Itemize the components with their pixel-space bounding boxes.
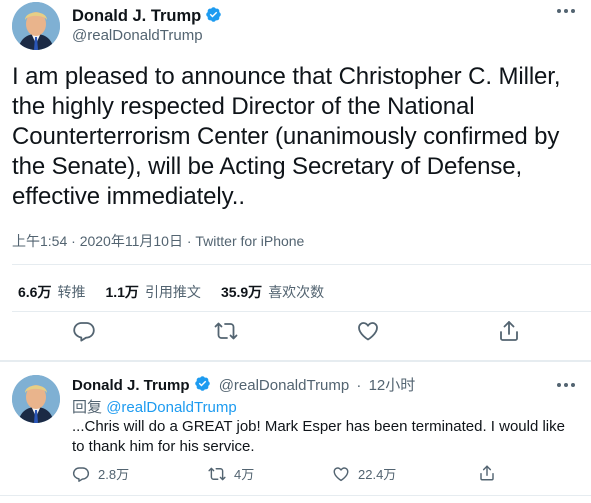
share-icon[interactable] xyxy=(497,319,521,343)
reply-time[interactable]: 12小时 xyxy=(369,377,416,394)
retweet-icon xyxy=(208,467,226,480)
tweet-text: I am pleased to announce that Christophe… xyxy=(12,63,561,210)
likes-count: 35.9万 xyxy=(220,284,263,300)
tweet-source[interactable]: Twitter for iPhone xyxy=(195,233,304,249)
retweets-stat[interactable]: 6.6万 转推 xyxy=(18,282,85,302)
like-icon xyxy=(333,466,349,481)
tweet-stats: 6.6万 转推 1.1万 引用推文 35.9万 喜欢次数 xyxy=(18,282,324,302)
divider xyxy=(12,264,591,265)
likes-stat[interactable]: 35.9万 喜欢次数 xyxy=(221,282,324,302)
verified-badge-icon xyxy=(194,375,211,392)
verified-badge-icon xyxy=(205,6,222,23)
reply-text: ...Chris will do a GREAT job! Mark Esper… xyxy=(72,418,565,455)
tweet-date[interactable]: 2020年11月10日 xyxy=(80,233,183,249)
retweet-icon[interactable] xyxy=(214,319,238,343)
reply-button[interactable]: 2.8万 xyxy=(72,464,129,483)
replying-to: 回复 @realDonaldTrump xyxy=(72,396,237,417)
share-icon xyxy=(480,465,494,481)
author-name[interactable]: Donald J. Trump xyxy=(72,377,190,394)
likes-label: 喜欢次数 xyxy=(268,284,325,300)
meta-separator: · xyxy=(67,233,80,249)
tweet-actions xyxy=(0,319,591,359)
divider xyxy=(0,495,591,496)
retweet-count: 4万 xyxy=(234,467,255,482)
replying-handle-link[interactable]: @realDonaldTrump xyxy=(106,399,237,416)
more-options-icon[interactable] xyxy=(557,4,579,18)
meta-separator: · xyxy=(182,233,196,249)
more-options-icon[interactable] xyxy=(557,380,579,390)
retweets-count: 6.6万 xyxy=(18,284,52,300)
reply-icon[interactable] xyxy=(72,319,96,343)
quote-tweets-label: 引用推文 xyxy=(144,284,201,300)
divider xyxy=(12,311,591,312)
share-button[interactable] xyxy=(478,464,496,482)
reply-count: 2.8万 xyxy=(98,467,130,482)
author-name[interactable]: Donald J. Trump xyxy=(72,6,222,26)
quote-tweets-count: 1.1万 xyxy=(105,284,139,300)
like-button[interactable]: 22.4万 xyxy=(332,464,396,483)
like-count: 22.4万 xyxy=(358,467,397,482)
author-name-text[interactable]: Donald J. Trump xyxy=(72,7,201,25)
avatar[interactable] xyxy=(12,2,60,50)
retweet-button[interactable]: 4万 xyxy=(208,464,254,483)
tweet-time[interactable]: 上午1:54 xyxy=(12,233,67,249)
divider xyxy=(0,360,591,362)
reply-icon xyxy=(72,466,90,482)
like-icon[interactable] xyxy=(356,319,380,343)
tweet-meta: 上午1:54 · 2020年11月10日 · Twitter for iPhon… xyxy=(12,231,304,251)
author-handle[interactable]: @realDonaldTrump xyxy=(219,377,350,394)
replying-label: 回复 xyxy=(72,399,103,416)
retweets-label: 转推 xyxy=(57,284,86,300)
reply-header: Donald J. Trump @realDonaldTrump · 12小时 xyxy=(72,374,415,395)
quote-tweets-stat[interactable]: 1.1万 引用推文 xyxy=(105,282,200,302)
avatar[interactable] xyxy=(12,375,60,423)
header-dot: · xyxy=(356,377,362,394)
author-handle[interactable]: @realDonaldTrump xyxy=(72,27,203,44)
